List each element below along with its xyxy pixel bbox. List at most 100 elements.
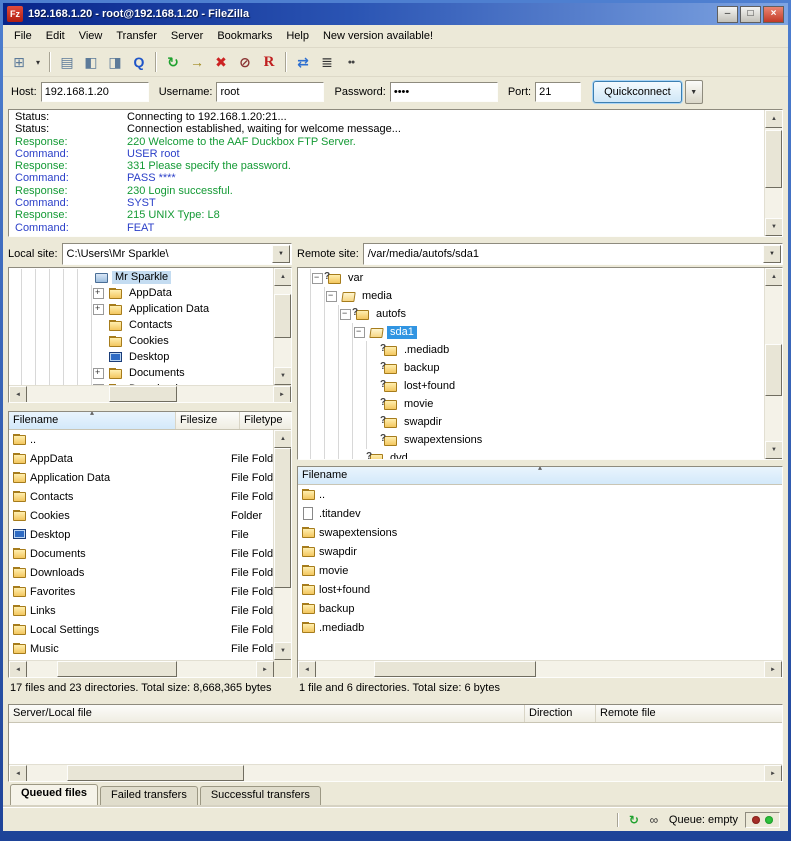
scroll-down-icon[interactable]: ▼ [274,642,291,660]
disconnect-icon[interactable]: ⊘ [234,51,256,73]
scroll-right-icon[interactable]: ► [764,765,782,782]
remote-site-combobox[interactable]: /var/media/autofs/sda1 ▼ [363,243,783,265]
scrollbar-thumb[interactable] [109,386,177,402]
toggle-local-tree-icon[interactable]: ◧ [80,51,102,73]
local-file-row[interactable]: Contacts File Folder [9,487,273,506]
scroll-right-icon[interactable]: ► [273,386,291,403]
scroll-left-icon[interactable]: ◄ [9,661,27,678]
menu-server[interactable]: Server [164,27,210,45]
local-tree-item[interactable]: Desktop [9,349,273,365]
local-file-row[interactable]: AppData File Folder [9,449,273,468]
tree-expander-icon[interactable] [340,309,351,320]
local-tree-item[interactable]: AppData [9,285,273,301]
scroll-right-icon[interactable]: ► [256,661,274,678]
remote-file-row[interactable]: .. [298,485,782,504]
local-tree-item[interactable]: Mr Sparkle [9,269,273,285]
remote-tree-item[interactable]: dvd [298,449,764,459]
toggle-message-log-icon[interactable]: ▤ [56,51,78,73]
menu-file[interactable]: File [7,27,39,45]
cancel-icon[interactable]: ✖ [210,51,232,73]
maximize-button[interactable]: □ [740,6,761,23]
directory-comparison-icon[interactable]: ≣ [316,51,338,73]
directory-comparison-status-icon[interactable]: ∞ [646,812,662,828]
menu-help[interactable]: Help [279,27,316,45]
local-file-row[interactable]: Cookies Folder [9,506,273,525]
local-file-row[interactable]: Music File Folder [9,639,273,658]
site-manager-icon[interactable]: ⊞ [8,51,30,73]
remote-file-row[interactable]: .titandev [298,504,782,523]
menu-transfer[interactable]: Transfer [109,27,164,45]
scroll-down-icon[interactable]: ▼ [765,218,783,236]
scroll-up-icon[interactable]: ▲ [274,430,291,448]
speed-limit-icon[interactable]: ↻ [626,812,642,828]
remote-tree-item[interactable]: swapdir [298,413,764,431]
toggle-remote-tree-icon[interactable]: ◨ [104,51,126,73]
scroll-up-icon[interactable]: ▲ [765,110,783,128]
horizontal-scrollbar[interactable]: ◄ ► [9,660,274,677]
remote-tree-item[interactable]: backup [298,359,764,377]
remote-tree-item[interactable]: .mediadb [298,341,764,359]
column-header-server-local-file[interactable]: Server/Local file [9,705,525,722]
local-file-row[interactable]: Favorites File Folder [9,582,273,601]
host-input[interactable] [41,82,149,102]
scroll-up-icon[interactable]: ▲ [274,268,291,286]
scroll-left-icon[interactable]: ◄ [9,765,27,782]
scrollbar-thumb[interactable] [274,448,291,588]
tree-expander-icon[interactable] [326,291,337,302]
horizontal-scrollbar[interactable]: ◄ ► [9,385,291,402]
scroll-up-icon[interactable]: ▲ [765,268,782,286]
local-tree-item[interactable]: Documents [9,365,273,381]
username-input[interactable] [216,82,324,102]
quickconnect-dropdown-button[interactable]: ▼ [685,80,703,104]
scroll-left-icon[interactable]: ◄ [9,386,27,403]
horizontal-scrollbar[interactable]: ◄ ► [298,660,782,677]
close-button[interactable]: × [763,6,784,23]
horizontal-scrollbar[interactable]: ◄ ► [9,764,782,781]
column-header-filename[interactable]: Filename ▴ [9,412,176,429]
tree-expander-icon[interactable] [93,368,104,379]
local-tree-item[interactable]: Application Data [9,301,273,317]
remote-tree-item[interactable]: autofs [298,305,764,323]
local-file-row[interactable]: .. [9,430,273,449]
scrollbar-thumb[interactable] [57,661,177,677]
remote-tree-item[interactable]: movie [298,395,764,413]
scroll-down-icon[interactable]: ▼ [765,441,782,459]
vertical-scrollbar[interactable]: ▲ ▼ [273,430,291,660]
local-file-row[interactable]: Downloads File Folder [9,563,273,582]
remote-file-row[interactable]: movie [298,561,782,580]
local-file-row[interactable]: Documents File Folder [9,544,273,563]
column-header-filesize[interactable]: Filesize [176,412,240,429]
scrollbar-thumb[interactable] [765,130,782,188]
remote-tree-item[interactable]: lost+found [298,377,764,395]
remote-file-row[interactable]: .mediadb [298,618,782,637]
vertical-scrollbar[interactable]: ▲ ▼ [764,110,782,236]
chevron-down-icon[interactable]: ▼ [272,245,290,263]
tree-expander-icon[interactable] [312,273,323,284]
menu-new-version[interactable]: New version available! [316,27,440,45]
tree-expander-icon[interactable] [354,327,365,338]
local-file-row[interactable]: Links File Folder [9,601,273,620]
quickconnect-button[interactable]: Quickconnect [593,81,682,103]
column-header-direction[interactable]: Direction [525,705,596,722]
remote-file-row[interactable]: backup [298,599,782,618]
remote-tree-item[interactable]: media [298,287,764,305]
process-queue-icon[interactable]: → [186,51,208,73]
password-input[interactable] [390,82,498,102]
scroll-down-icon[interactable]: ▼ [274,367,291,385]
local-site-combobox[interactable]: C:\Users\Mr Sparkle\ ▼ [62,243,292,265]
scroll-left-icon[interactable]: ◄ [298,661,316,678]
local-file-row[interactable]: Desktop File [9,525,273,544]
title-bar[interactable]: Fz 192.168.1.20 - root@192.168.1.20 - Fi… [3,3,788,25]
reconnect-icon[interactable]: R [258,51,280,73]
column-header-filetype[interactable]: Filetype [240,412,291,429]
column-header-remote-file[interactable]: Remote file [596,705,782,722]
local-file-row[interactable]: Local Settings File Folder [9,620,273,639]
refresh-icon[interactable]: ↻ [162,51,184,73]
column-header-filename[interactable]: Filename ▴ [298,467,782,484]
chevron-down-icon[interactable]: ▼ [763,245,781,263]
port-input[interactable] [535,82,581,102]
vertical-scrollbar[interactable]: ▲ ▼ [273,268,291,385]
vertical-scrollbar[interactable]: ▲ ▼ [764,268,782,459]
toggle-queue-icon[interactable]: Q [128,51,150,73]
tab-successful-transfers[interactable]: Successful transfers [200,786,321,807]
